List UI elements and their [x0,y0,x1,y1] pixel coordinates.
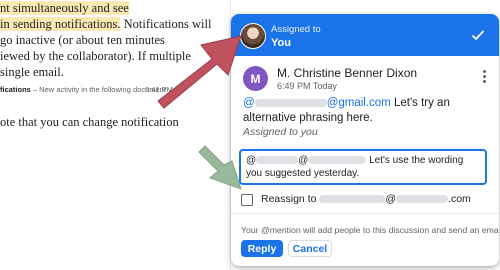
doc-text: ote that you can change notification [0,115,179,129]
redacted-text [254,98,327,107]
doc-highlight-1: nt simultaneously and see [0,1,129,15]
mention-info: Your @mention will add people to this di… [241,225,499,235]
redacted-text [319,195,386,204]
notification-preview: fications – New activity in the followin… [0,85,176,94]
assignment-value: You [271,37,291,49]
doc-text: Notifications will [120,17,212,31]
redacted-text [308,156,367,165]
reassign-checkbox[interactable] [241,194,253,206]
mention-domain[interactable]: @gmail.com [327,97,391,109]
comment-text: @ @gmail.com Let's try an alternative phr… [243,96,491,126]
divider [231,213,499,214]
doc-text: iewed by the collaborator). If multiple [0,49,191,63]
author-name: M. Christine Benner Dixon [277,66,418,80]
author-avatar: M [243,66,268,91]
doc-text: single email. [0,65,64,79]
mention-prefix[interactable]: @ [243,97,255,109]
reply-input[interactable]: @ @ Let's use the wording you suggested y… [239,149,487,185]
reply-button[interactable]: Reply [241,240,283,257]
assignment-banner: Assigned to You [231,14,499,56]
document-background: nt simultaneously and see in sending not… [0,0,230,270]
doc-highlight-2: in sending notifications. [0,17,121,31]
assigned-note: Assigned to you [243,126,318,138]
cancel-button[interactable]: Cancel [288,240,332,257]
reassign-label: Reassign to [261,193,320,205]
redacted-text [396,195,449,204]
redacted-text [256,156,299,165]
more-vert-icon[interactable] [481,70,487,86]
comment-time: 6:49 PM Today [277,81,337,91]
reassign-option[interactable]: Reassign to @ .com [241,192,489,208]
check-icon[interactable] [471,28,485,42]
notification-time: 6:41 PM [145,85,173,94]
comment-card: Assigned to You M M. Christine Benner Di… [231,14,499,266]
avatar [240,23,266,49]
doc-text: go inactive (or about ten minutes [0,33,165,47]
assignment-caption: Assigned to [271,24,321,35]
